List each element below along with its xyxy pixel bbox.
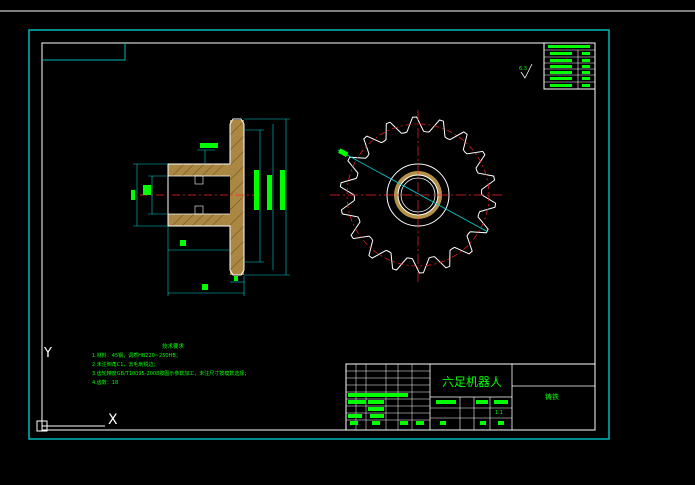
roughness-value: 6.3: [519, 66, 527, 72]
tech-note-3: 3.齿轮精度GB/T10095-2008按图示参数加工，未注尺寸按模数选择；: [92, 370, 249, 377]
sprocket-section-view: [131, 118, 290, 296]
sprocket-front-view: [330, 110, 505, 282]
cad-drawing-canvas[interactable]: 6.3 技术要求 1.材料：45钢，调质HB220~250HB； 2.未注倒角C…: [0, 0, 695, 485]
code-box: [42, 43, 126, 61]
material-label: 铸铁: [545, 392, 559, 401]
gear-parameter-table: [543, 42, 596, 90]
tech-note-4: 4.齿数：18: [92, 379, 118, 386]
ucs-x-label: X: [108, 412, 118, 428]
ucs-y-label: Y: [43, 346, 52, 361]
tech-note-1: 1.材料：45钢，调质HB220~250HB；: [92, 352, 181, 359]
drawing-title: 六足机器人: [442, 375, 502, 389]
tech-title: 技术要求: [162, 342, 185, 350]
scale-value: 1:1: [495, 410, 503, 416]
title-block: 六足机器人 铸铁 1:1: [345, 363, 596, 431]
technical-requirements: 技术要求 1.材料：45钢，调质HB220~250HB； 2.未注倒角C1，去毛…: [92, 342, 249, 386]
surface-roughness-symbol: 6.3: [519, 63, 533, 79]
tech-note-2: 2.未注倒角C1，去毛刺锐边；: [92, 361, 158, 368]
sheet-frame: [28, 29, 610, 440]
